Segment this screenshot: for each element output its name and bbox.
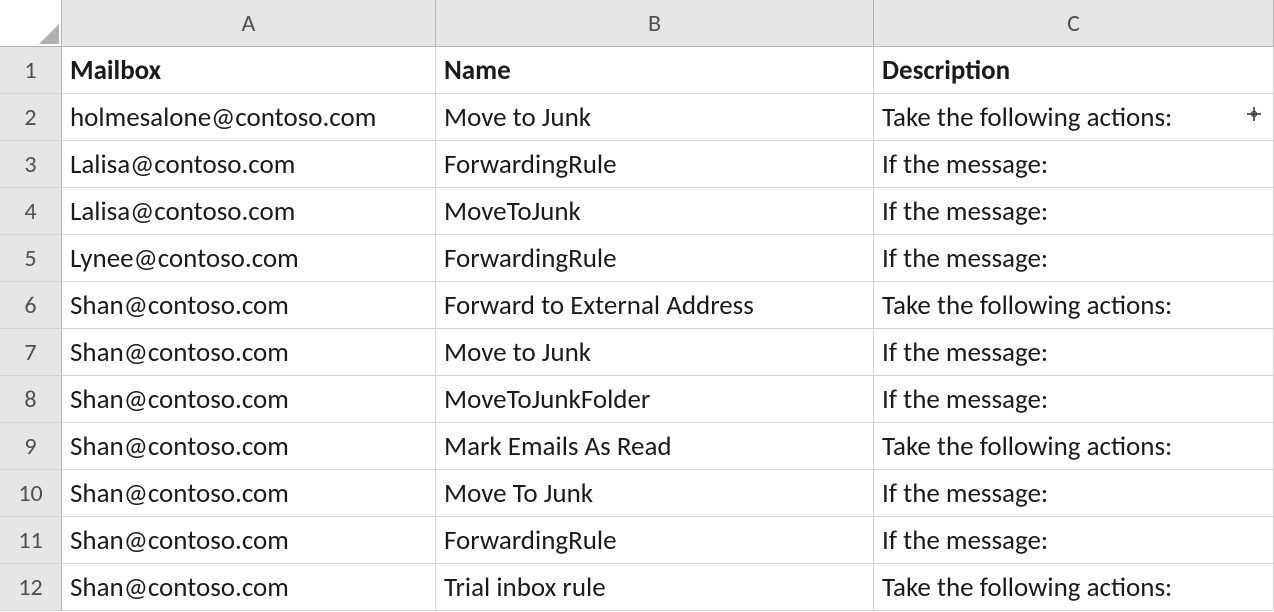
row-header-4[interactable]: 4: [0, 188, 62, 235]
row-header-6[interactable]: 6: [0, 282, 62, 329]
cell-c6[interactable]: Take the following actions:: [874, 282, 1274, 329]
cell-b2[interactable]: Move to Junk: [436, 94, 874, 141]
cell-a4[interactable]: Lalisa@contoso.com: [62, 188, 436, 235]
cell-a12[interactable]: Shan@contoso.com: [62, 564, 436, 611]
cell-c5[interactable]: If the message:: [874, 235, 1274, 282]
row-header-2[interactable]: 2: [0, 94, 62, 141]
cell-b8[interactable]: MoveToJunkFolder: [436, 376, 874, 423]
spreadsheet-grid[interactable]: A B C 1 Mailbox Name Description 2 holme…: [0, 0, 1274, 611]
cell-a9[interactable]: Shan@contoso.com: [62, 423, 436, 470]
cell-c10[interactable]: If the message:: [874, 470, 1274, 517]
row-header-5[interactable]: 5: [0, 235, 62, 282]
select-all-corner[interactable]: [0, 0, 62, 47]
column-header-a[interactable]: A: [62, 0, 436, 47]
cell-a2[interactable]: holmesalone@contoso.com: [62, 94, 436, 141]
column-header-b[interactable]: B: [436, 0, 874, 47]
cell-b3[interactable]: ForwardingRule: [436, 141, 874, 188]
row-header-10[interactable]: 10: [0, 470, 62, 517]
cell-a3[interactable]: Lalisa@contoso.com: [62, 141, 436, 188]
row-header-9[interactable]: 9: [0, 423, 62, 470]
cell-c12[interactable]: Take the following actions:: [874, 564, 1274, 611]
cell-b1[interactable]: Name: [436, 47, 874, 94]
row-header-7[interactable]: 7: [0, 329, 62, 376]
cell-a10[interactable]: Shan@contoso.com: [62, 470, 436, 517]
cell-b10[interactable]: Move To Junk: [436, 470, 874, 517]
cell-b5[interactable]: ForwardingRule: [436, 235, 874, 282]
cell-b7[interactable]: Move to Junk: [436, 329, 874, 376]
cell-a8[interactable]: Shan@contoso.com: [62, 376, 436, 423]
cell-c4[interactable]: If the message:: [874, 188, 1274, 235]
cell-c3[interactable]: If the message:: [874, 141, 1274, 188]
cell-c2[interactable]: Take the following actions:: [874, 94, 1274, 141]
cell-b9[interactable]: Mark Emails As Read: [436, 423, 874, 470]
cell-c11[interactable]: If the message:: [874, 517, 1274, 564]
cell-b4[interactable]: MoveToJunk: [436, 188, 874, 235]
row-header-1[interactable]: 1: [0, 47, 62, 94]
row-header-12[interactable]: 12: [0, 564, 62, 611]
cell-a1[interactable]: Mailbox: [62, 47, 436, 94]
row-header-3[interactable]: 3: [0, 141, 62, 188]
cell-a6[interactable]: Shan@contoso.com: [62, 282, 436, 329]
cell-b12[interactable]: Trial inbox rule: [436, 564, 874, 611]
row-header-11[interactable]: 11: [0, 517, 62, 564]
cell-c1[interactable]: Description: [874, 47, 1274, 94]
cell-b6[interactable]: Forward to External Address: [436, 282, 874, 329]
cell-b11[interactable]: ForwardingRule: [436, 517, 874, 564]
column-header-c[interactable]: C: [874, 0, 1274, 47]
cell-c9[interactable]: Take the following actions:: [874, 423, 1274, 470]
cell-a11[interactable]: Shan@contoso.com: [62, 517, 436, 564]
cell-a5[interactable]: Lynee@contoso.com: [62, 235, 436, 282]
cell-c7[interactable]: If the message:: [874, 329, 1274, 376]
row-header-8[interactable]: 8: [0, 376, 62, 423]
cell-c8[interactable]: If the message:: [874, 376, 1274, 423]
cell-a7[interactable]: Shan@contoso.com: [62, 329, 436, 376]
